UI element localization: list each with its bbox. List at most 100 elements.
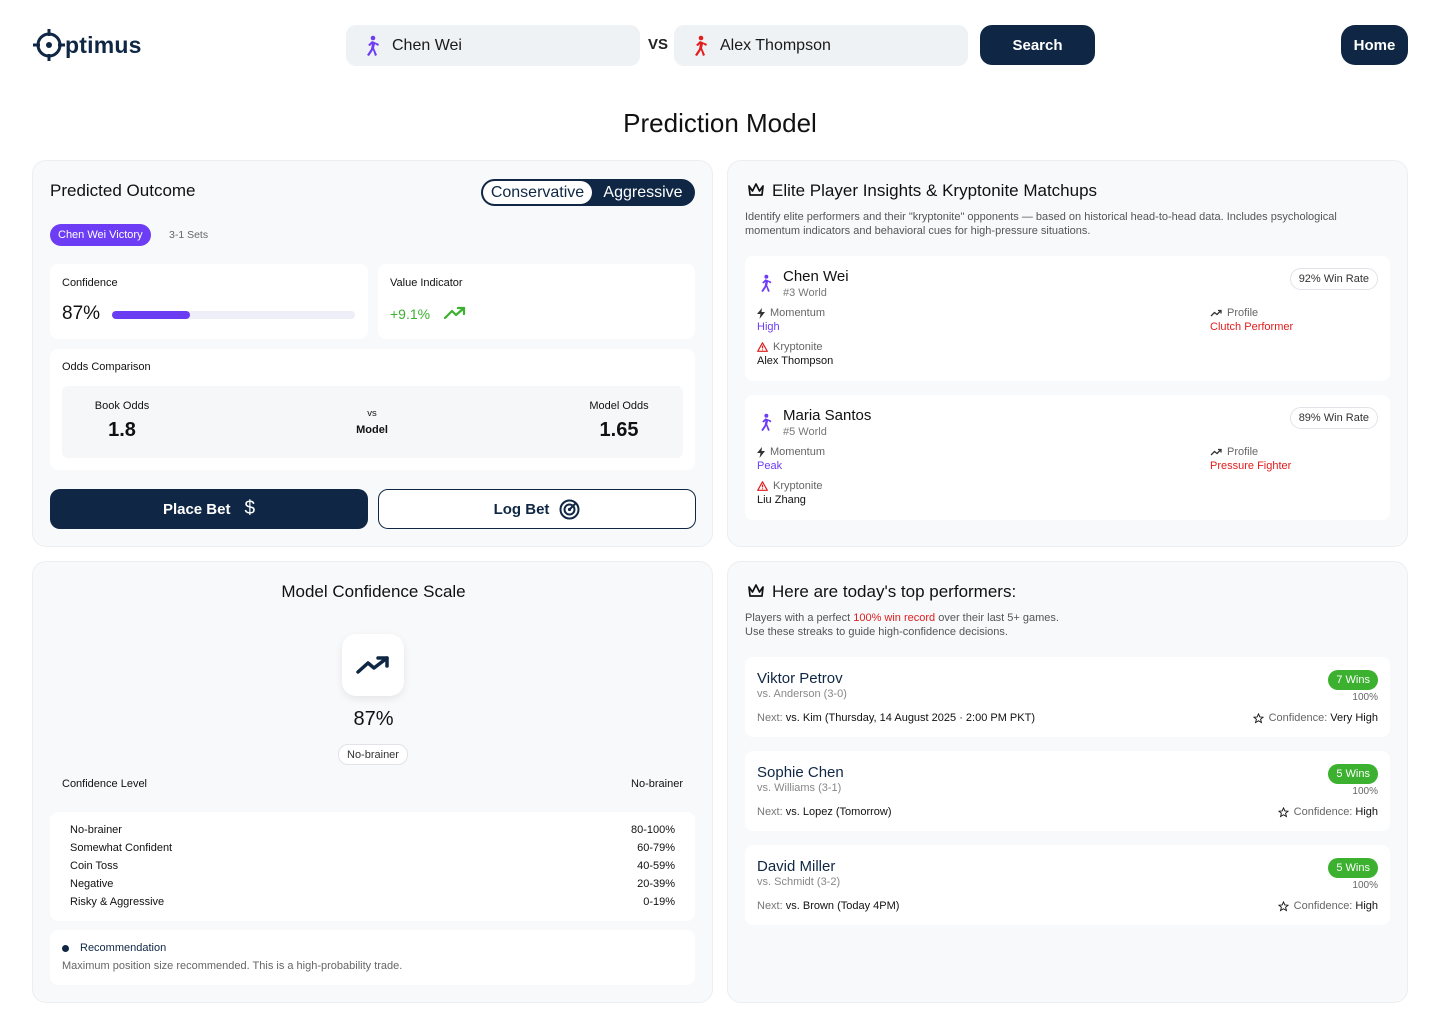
profile-value: Clutch Performer xyxy=(1210,321,1294,333)
elite-insights-description: Identify elite performers and their "kry… xyxy=(745,210,1385,238)
confidence-level-label: Confidence Level xyxy=(62,778,148,790)
elite-insights-card: Elite Player Insights & Kryptonite Match… xyxy=(727,160,1408,547)
home-button[interactable]: Home xyxy=(1341,25,1408,65)
player-purple-icon xyxy=(761,413,772,431)
predicted-outcome-title: Predicted Outcome xyxy=(50,181,196,200)
model-odds-label: Model Odds xyxy=(589,400,649,412)
trending-up-icon xyxy=(1210,448,1222,456)
performer-card[interactable]: Viktor Petrov vs. Anderson (3-0) Next: v… xyxy=(745,657,1390,737)
win-rate-badge: 89% Win Rate xyxy=(1289,407,1378,429)
elite-desc-line2: momentum indicators and behavioral cues … xyxy=(745,225,1091,237)
momentum-value: Peak xyxy=(757,460,783,472)
performer-last-match: vs. Williams (3-1) xyxy=(757,782,842,794)
performer-pct: 100% xyxy=(1352,786,1378,797)
logo[interactable]: ptimus xyxy=(32,28,142,62)
warning-icon xyxy=(757,481,768,491)
performer-name: Viktor Petrov xyxy=(757,670,843,687)
trending-up-icon xyxy=(356,656,389,674)
performer-last-match: vs. Schmidt (3-2) xyxy=(757,876,841,888)
value-indicator-label: Value Indicator xyxy=(390,277,463,289)
player-b-input[interactable]: Alex Thompson xyxy=(674,25,968,66)
wins-badge: 5 Wins xyxy=(1328,764,1378,784)
page-title: Prediction Model xyxy=(623,108,817,138)
top-performers-title: Here are today's top performers: xyxy=(772,582,1017,601)
toggle-aggressive[interactable]: Aggressive xyxy=(593,179,693,206)
player-purple-icon xyxy=(367,35,379,56)
confidence-box: Confidence 87% xyxy=(50,264,368,339)
search-button[interactable]: Search xyxy=(980,25,1095,65)
win-record-highlight: 100% win record xyxy=(853,612,936,624)
confidence-scale-title: Model Confidence Scale xyxy=(281,582,466,601)
crosshair-logo-icon xyxy=(33,29,65,61)
performer-name: David Miller xyxy=(757,858,836,875)
momentum-key: Momentum xyxy=(757,446,825,458)
value-indicator-box: Value Indicator +9.1% xyxy=(378,264,695,339)
odds-comparison-label: Odds Comparison xyxy=(62,361,151,373)
log-bet-button[interactable]: Log Bet xyxy=(378,489,696,529)
confidence-tag: No-brainer xyxy=(338,744,408,765)
performer-last-match: vs. Anderson (3-0) xyxy=(757,688,847,700)
model-small: Model xyxy=(356,424,388,436)
strategy-toggle[interactable]: Conservative Aggressive xyxy=(481,179,695,206)
momentum-key: Momentum xyxy=(757,307,825,319)
odds-comparison-box: Odds Comparison Book Odds 1.8 vs Model M… xyxy=(50,349,695,470)
place-bet-button[interactable]: Place Bet $ xyxy=(50,489,368,529)
top-performers-description: Players with a perfect 100% win record o… xyxy=(745,612,1059,638)
profile-value: Pressure Fighter xyxy=(1210,460,1292,472)
recommendation-box: Recommendation Maximum position size rec… xyxy=(50,930,695,985)
place-bet-label: Place Bet xyxy=(162,500,231,518)
trending-up-green-icon xyxy=(444,306,466,320)
crown-icon xyxy=(748,584,764,597)
performer-next: Next: vs. Kim (Thursday, 14 August 2025 … xyxy=(757,712,1035,724)
wins-badge: 7 Wins xyxy=(1328,670,1378,690)
insight-player-name: Maria Santos xyxy=(783,407,872,424)
player-a-input[interactable]: Chen Wei xyxy=(346,25,640,66)
performer-pct: 100% xyxy=(1352,880,1378,891)
player-red-icon xyxy=(695,35,707,56)
elite-desc-line1: Identify elite performers and their "kry… xyxy=(745,211,1337,223)
performer-card[interactable]: David Miller vs. Schmidt (3-2) Next: vs.… xyxy=(745,845,1390,925)
trending-up-icon xyxy=(1210,309,1222,317)
predicted-outcome-card: Predicted Outcome Conservative Aggressiv… xyxy=(32,160,713,547)
trend-icon-tile xyxy=(342,634,404,696)
wins-badge: 5 Wins xyxy=(1328,858,1378,878)
performer-card[interactable]: Sophie Chen vs. Williams (3-1) Next: vs.… xyxy=(745,751,1390,831)
kryptonite-key: Kryptonite xyxy=(757,341,823,353)
performer-confidence: Confidence: High xyxy=(1277,806,1378,818)
vs-small: vs xyxy=(367,408,377,419)
player-a-value: Chen Wei xyxy=(392,36,462,54)
confidence-level-value: No-brainer xyxy=(631,778,683,790)
elite-insights-title: Elite Player Insights & Kryptonite Match… xyxy=(772,181,1098,200)
vs-label: VS xyxy=(648,36,669,53)
win-rate-badge: 92% Win Rate xyxy=(1289,268,1378,290)
profile-key: Profile xyxy=(1210,446,1258,458)
insight-card-maria-santos[interactable]: Maria Santos #5 World 89% Win Rate Momen… xyxy=(745,395,1390,520)
star-icon xyxy=(1277,806,1289,817)
toggle-conservative[interactable]: Conservative xyxy=(483,181,592,204)
model-odds-value: 1.65 xyxy=(599,419,639,441)
confidence-label: Confidence xyxy=(62,277,118,289)
bolt-icon xyxy=(757,307,765,319)
target-icon xyxy=(559,499,580,519)
insight-player-rank: #5 World xyxy=(783,426,827,438)
book-odds-label: Book Odds xyxy=(94,400,150,412)
dollar-icon: $ xyxy=(244,498,256,519)
performer-next: Next: vs. Lopez (Tomorrow) xyxy=(757,806,892,818)
bolt-icon xyxy=(757,446,765,458)
level-row: No-brainer 80-100% xyxy=(70,824,675,836)
performer-next: Next: vs. Brown (Today 4PM) xyxy=(757,900,900,912)
star-icon xyxy=(1277,900,1289,911)
insight-player-name: Chen Wei xyxy=(783,268,849,285)
insight-card-chen-wei[interactable]: Chen Wei #3 World 92% Win Rate Momentum … xyxy=(745,256,1390,381)
kryptonite-value: Liu Zhang xyxy=(757,494,806,506)
kryptonite-value: Alex Thompson xyxy=(757,355,834,367)
warning-icon xyxy=(757,342,768,352)
recommendation-dot-icon xyxy=(62,945,69,952)
confidence-bar-fill xyxy=(112,311,190,319)
confidence-scale-card: Model Confidence Scale 87% No-brainer Co… xyxy=(32,561,713,1003)
logo-text: ptimus xyxy=(65,31,142,58)
confidence-levels-list: No-brainer 80-100% Somewhat Confident 60-7… xyxy=(50,812,695,921)
level-row: Negative 20-39% xyxy=(70,878,675,890)
performer-confidence: Confidence: High xyxy=(1277,900,1378,912)
player-purple-icon xyxy=(761,274,772,292)
